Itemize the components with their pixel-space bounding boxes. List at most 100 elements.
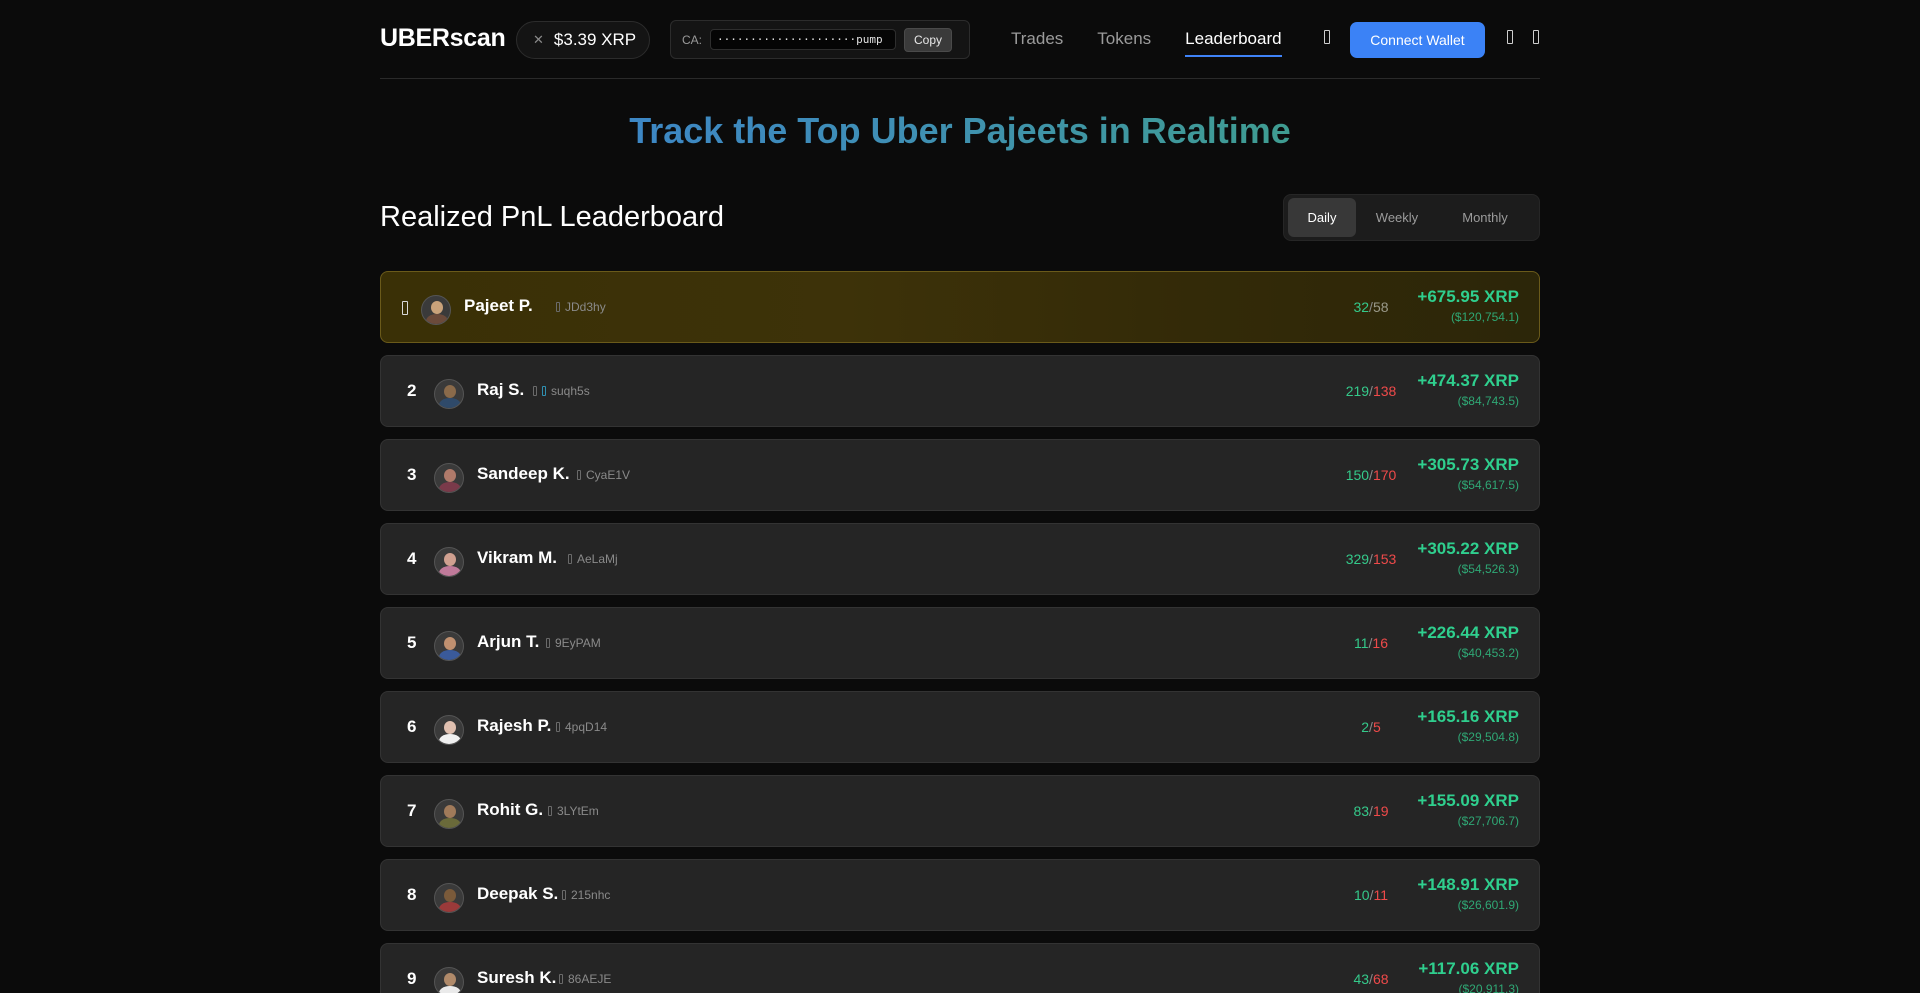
trader-name[interactable]: Suresh K. [477,968,556,988]
tab-daily[interactable]: Daily [1288,198,1356,237]
menu-icon[interactable] [1533,30,1539,44]
pnl-usd: ($40,453.2) [1457,646,1519,660]
pnl-xrp: +226.44 XRP [1417,623,1519,642]
losses-count: 138 [1372,383,1397,399]
win-loss-count: 2/5 [1331,719,1411,735]
wins-count: 329 [1345,551,1370,567]
pnl-block: +305.73 XRP ($54,617.5) [1417,455,1519,492]
pnl-block: +675.95 XRP ($120,754.1) [1417,287,1519,324]
rank-number: 2 [407,381,417,400]
wallet-address-group[interactable]: suqh5s [533,384,590,398]
trader-name[interactable]: Arjun T. [477,632,539,652]
avatar [434,883,464,913]
trader-name[interactable]: Deepak S. [477,884,558,904]
trader-name[interactable]: Pajeet P. [464,296,533,316]
wins-count: 43 [1353,971,1370,987]
page-container: UBERscan ✕ $3.39 XRP CA: ···············… [380,0,1540,993]
wallet-address: AeLaMj [577,552,618,566]
wallet-icon [559,974,563,984]
pnl-usd: ($84,743.5) [1457,394,1519,408]
wins-count: 11 [1353,635,1369,651]
pnl-xrp: +117.06 XRP [1418,959,1519,978]
win-loss-count: 83/19 [1331,803,1411,819]
wallet-address-group[interactable]: CyaE1V [577,468,630,482]
wallet-address-group[interactable]: 9EyPAM [546,636,601,650]
losses-count: 5 [1372,719,1381,735]
xrp-price: $3.39 XRP [553,30,637,49]
leaderboard-row[interactable]: 5 Arjun T. 9EyPAM 11/16 +226.44 XRP ($40,453.… [380,607,1540,679]
leaderboard-row[interactable]: 6 Rajesh P. 4pqD14 2/5 +165.16 XRP ($29,504.8… [380,691,1540,763]
wallet-address-group[interactable]: 4pqD14 [556,720,607,734]
avatar [434,463,464,493]
rank-number: 9 [407,969,417,988]
pnl-usd: ($27,706.7) [1457,814,1519,828]
pnl-xrp: +474.37 XRP [1417,371,1519,390]
pnl-block: +305.22 XRP ($54,526.3) [1417,539,1519,576]
ca-label: CA: [682,32,703,47]
logo[interactable]: UBERscan [380,24,506,53]
main-nav: Trades Tokens Leaderboard [1011,29,1316,57]
tab-weekly[interactable]: Weekly [1356,198,1438,237]
losses-count: 170 [1372,467,1397,483]
notifications-icon[interactable] [1507,30,1513,44]
nav-trades[interactable]: Trades [1011,29,1063,57]
theme-toggle-icon[interactable] [1324,30,1330,44]
wallet-address-group[interactable]: 215nhc [562,888,610,902]
rank-number: 3 [407,465,417,484]
pnl-block: +148.91 XRP ($26,601.9) [1417,875,1519,912]
wallet-address-group[interactable]: 86AEJE [559,972,611,986]
hero-title: Track the Top Uber Pajeets in Realtime [380,110,1540,152]
rank-number: 4 [407,549,417,568]
leaderboard-row[interactable]: 8 Deepak S. 215nhc 10/11 +148.91 XRP ($26,601… [380,859,1540,931]
leaderboard-row[interactable]: 3 Sandeep K. CyaE1V 150/170 +305.73 XRP ($54,… [380,439,1540,511]
pnl-usd: ($20,911.3) [1458,982,1520,993]
avatar [434,631,464,661]
wallet-address: 9EyPAM [555,636,601,650]
pnl-usd: ($29,504.8) [1457,730,1519,744]
trader-name[interactable]: Vikram M. [477,548,557,568]
wallet-icon [548,806,552,816]
wins-count: 219 [1345,383,1370,399]
avatar [434,715,464,745]
wallet-icon [533,386,537,396]
connect-wallet-button[interactable]: Connect Wallet [1350,22,1485,58]
pnl-block: +155.09 XRP ($27,706.7) [1417,791,1519,828]
trader-name[interactable]: Sandeep K. [477,464,570,484]
wallet-address: JDd3hy [565,300,606,314]
wallet-address-group[interactable]: 3LYtEm [548,804,599,818]
copy-button[interactable]: Copy [904,27,953,52]
leaderboard-row[interactable]: Pajeet P. JDd3hy 32/58 +675.95 XRP ($120,754… [380,271,1540,343]
wallet-icon [568,554,572,564]
leaderboard-row[interactable]: 4 Vikram M. AeLaMj 329/153 +305.22 XRP ($54,5… [380,523,1540,595]
wallet-icon [546,638,550,648]
losses-count: 11 [1373,887,1388,903]
pnl-xrp: +148.91 XRP [1417,875,1519,894]
contract-address[interactable]: ·····················pump [710,29,897,50]
win-loss-count: 219/138 [1331,383,1411,399]
wins-count: 150 [1345,467,1370,483]
pnl-usd: ($54,526.3) [1457,562,1519,576]
wallet-address-group[interactable]: AeLaMj [568,552,618,566]
avatar [421,295,451,325]
wallet-icon [556,722,560,732]
tab-monthly[interactable]: Monthly [1438,198,1532,237]
leaderboard-row[interactable]: 7 Rohit G. 3LYtEm 83/19 +155.09 XRP ($27,706.… [380,775,1540,847]
leaderboard-row[interactable]: 2 Raj S. suqh5s 219/138 +474.37 XRP ($84,743.… [380,355,1540,427]
wallet-address: 3LYtEm [557,804,599,818]
period-tabs: Daily Weekly Monthly [1283,194,1540,241]
trader-name[interactable]: Raj S. [477,380,524,400]
losses-count: 58 [1372,299,1389,315]
nav-leaderboard[interactable]: Leaderboard [1185,29,1283,57]
xrp-price-pill[interactable]: ✕ $3.39 XRP [516,21,650,59]
trader-name[interactable]: Rajesh P. [477,716,551,736]
wallet-address-group[interactable]: JDd3hy [556,300,606,314]
pnl-block: +226.44 XRP ($40,453.2) [1417,623,1519,660]
leaderboard-row[interactable]: 9 Suresh K. 86AEJE 43/68 +117.06 XRP ($20,911… [380,943,1540,993]
rank-number: 5 [407,633,417,652]
trader-name[interactable]: Rohit G. [477,800,543,820]
leaderboard-title: Realized PnL Leaderboard [380,201,724,233]
nav-tokens[interactable]: Tokens [1097,29,1151,57]
wallet-address: suqh5s [551,384,590,398]
wallet-address: 4pqD14 [565,720,608,734]
pnl-xrp: +675.95 XRP [1417,287,1519,306]
